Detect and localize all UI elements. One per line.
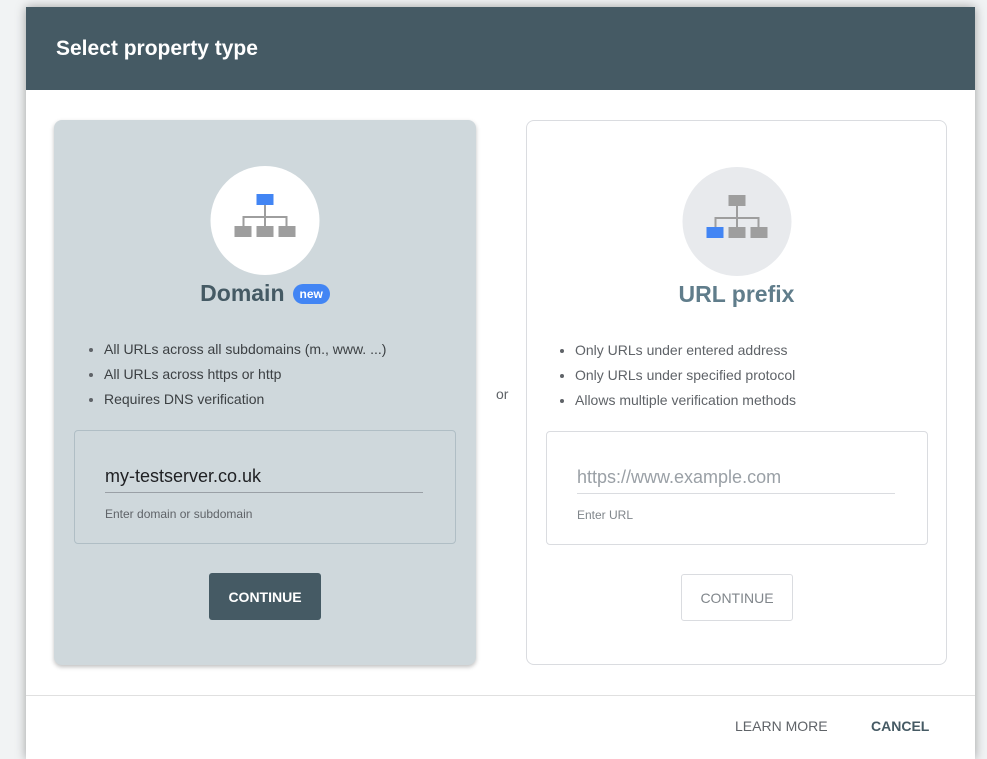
- domain-card[interactable]: Domain new All URLs across all subdomain…: [54, 120, 476, 665]
- or-separator: or: [496, 386, 509, 402]
- new-badge: new: [292, 283, 330, 304]
- url-prefix-title: URL prefix: [678, 281, 795, 307]
- url-input-box: Enter URL: [546, 431, 928, 545]
- url-input-helper: Enter URL: [577, 508, 634, 522]
- url-input[interactable]: [577, 462, 895, 494]
- footer-divider: [26, 695, 975, 696]
- domain-continue-button[interactable]: CONTINUE: [209, 573, 321, 620]
- list-item: Allows multiple verification methods: [575, 388, 796, 413]
- sitemap-icon: [706, 195, 767, 238]
- list-item: Only URLs under specified protocol: [575, 363, 796, 388]
- domain-title-row: Domain new: [54, 280, 476, 307]
- cancel-button[interactable]: CANCEL: [871, 718, 929, 734]
- url-prefix-feature-list: Only URLs under entered address Only URL…: [559, 338, 796, 413]
- list-item: Only URLs under entered address: [575, 338, 796, 363]
- domain-icon-circle: [210, 166, 320, 275]
- list-item: All URLs across all subdomains (m., www.…: [104, 337, 386, 362]
- url-continue-button[interactable]: CONTINUE: [681, 574, 793, 621]
- domain-input[interactable]: [105, 461, 423, 493]
- list-item: Requires DNS verification: [104, 387, 386, 412]
- dialog-title: Select property type: [56, 36, 258, 60]
- domain-title: Domain: [200, 280, 285, 306]
- sitemap-icon: [234, 194, 296, 237]
- domain-input-helper: Enter domain or subdomain: [105, 507, 253, 521]
- domain-feature-list: All URLs across all subdomains (m., www.…: [88, 337, 386, 412]
- select-property-dialog: Select property type Domain new All URLs…: [26, 7, 975, 759]
- learn-more-button[interactable]: LEARN MORE: [735, 718, 828, 734]
- url-prefix-icon-circle: [682, 167, 791, 276]
- url-prefix-title-row: URL prefix: [527, 281, 946, 308]
- domain-input-box: Enter domain or subdomain: [74, 430, 456, 544]
- dialog-header: Select property type: [26, 7, 975, 90]
- list-item: All URLs across https or http: [104, 362, 386, 387]
- url-prefix-card[interactable]: URL prefix Only URLs under entered addre…: [526, 120, 947, 665]
